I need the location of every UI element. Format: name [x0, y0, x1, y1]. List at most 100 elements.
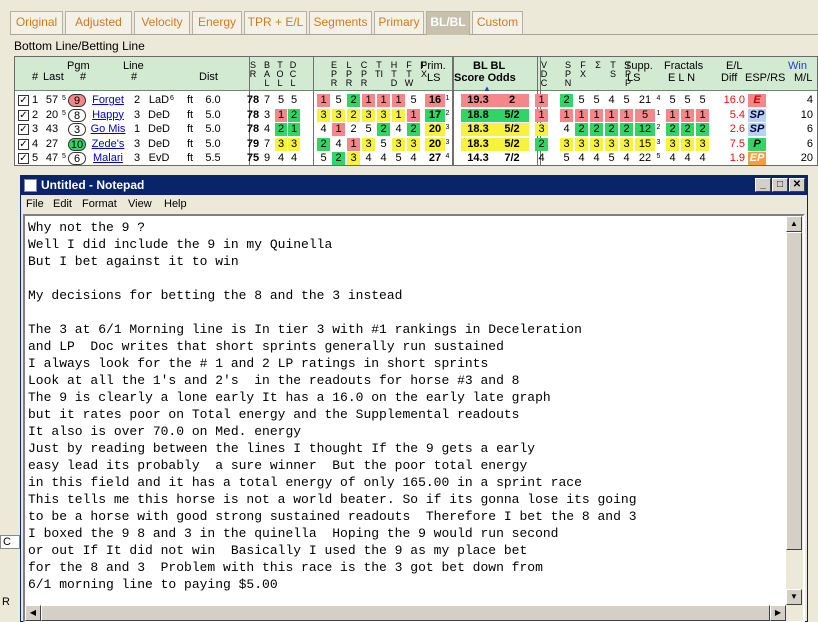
- menu-view[interactable]: View: [128, 197, 152, 211]
- text-line[interactable]: This tells me this horse is not a world …: [28, 491, 784, 508]
- maximize-button[interactable]: □: [772, 178, 788, 192]
- sprint-rank-cell: 4: [608, 94, 615, 106]
- fractal-cell: 3: [681, 137, 694, 151]
- text-line[interactable]: I boxed the 9 8 and 3 in the quinella Ho…: [28, 525, 784, 542]
- col-hdr-prim: Prim.: [420, 60, 446, 72]
- morning-line: 4: [806, 94, 813, 106]
- text-line[interactable]: in this field and it has a total energy …: [28, 474, 784, 491]
- esp-run-style-badge: EP: [748, 152, 766, 165]
- horse-name-link[interactable]: Zede's: [89, 138, 127, 151]
- menu-format[interactable]: Format: [82, 197, 117, 211]
- horse-name-link[interactable]: Malari: [89, 152, 127, 165]
- close-button[interactable]: ✕: [789, 178, 805, 192]
- text-line[interactable]: for the 8 and 3 Problem with this race i…: [28, 559, 784, 576]
- notepad-text-area[interactable]: Why not the 9 ? Well I did include the 9 …: [23, 214, 805, 622]
- line-number: 2: [133, 94, 141, 106]
- table-row[interactable]: ✓ 4 27 10 Zede's 3 DeD ft 5.0 79 7 3 3 2 4 1 3 5 3 3 20 3 18.3…: [15, 137, 817, 152]
- text-line[interactable]: 6/1 morning line to paying $5.00: [28, 576, 784, 593]
- scroll-left-button[interactable]: ◀: [25, 605, 41, 621]
- tab-adjusted[interactable]: Adjusted: [65, 11, 132, 34]
- sprint-rank-cell: 1: [605, 108, 618, 122]
- bl-score: 19.3: [461, 94, 495, 107]
- vdc-value: 2: [535, 137, 548, 151]
- row-checkbox[interactable]: ✓: [18, 95, 29, 106]
- speed-rating: 78: [246, 123, 260, 135]
- tab-tpr-el[interactable]: TPR + E/L: [244, 11, 307, 34]
- text-line[interactable]: or out If It did not win Basically I use…: [28, 542, 784, 559]
- scroll-up-button[interactable]: ▲: [786, 216, 802, 232]
- table-row[interactable]: ✓ 5 47 5 6 Malari 3 EvD ft 5.5 75 9 4 4 5 2 3 4 4 5 4 27 4 14.3…: [15, 151, 817, 165]
- col-hdr-win[interactable]: Win: [788, 61, 807, 72]
- scroll-right-button[interactable]: ▶: [770, 605, 786, 621]
- col-hdr-vertical: TS: [609, 60, 616, 79]
- row-checkbox[interactable]: ✓: [18, 153, 29, 164]
- notepad-window[interactable]: Untitled - Notepad _ □ ✕ File Edit Forma…: [20, 175, 808, 622]
- tab-primary[interactable]: Primary: [374, 11, 424, 34]
- tab-segments[interactable]: Segments: [309, 11, 372, 34]
- last-race-sup: 5: [62, 95, 66, 102]
- scroll-down-button[interactable]: ▼: [786, 589, 802, 605]
- surface: ft: [186, 152, 194, 164]
- tab-velocity[interactable]: Velocity: [134, 11, 190, 34]
- text-line[interactable]: But I bet against it to win: [28, 253, 784, 270]
- fractal-cell: 2: [681, 123, 694, 136]
- tab-bl-bl[interactable]: BL/BL: [426, 11, 470, 35]
- row-checkbox[interactable]: ✓: [18, 109, 29, 121]
- supplemental-ls-sup: 4: [656, 95, 661, 102]
- horizontal-scrollbar[interactable]: ◀ ▶: [25, 605, 786, 621]
- notepad-text[interactable]: Why not the 9 ? Well I did include the 9 …: [28, 219, 784, 593]
- tab-energy[interactable]: Energy: [192, 11, 242, 34]
- text-line[interactable]: The 9 is clearly a lone early It has a 1…: [28, 389, 784, 406]
- sort-arrow-icon[interactable]: ▲: [483, 84, 491, 93]
- size-grip[interactable]: [786, 605, 803, 621]
- fractal-cell: 4: [699, 152, 706, 164]
- last-race-days: 20: [45, 108, 59, 121]
- fractal-cell: 2: [666, 123, 679, 136]
- menu-help[interactable]: Help: [164, 197, 187, 211]
- primary-ls: 20: [425, 137, 445, 151]
- line-code: DeD: [148, 108, 171, 121]
- text-line[interactable]: easy lead its probably a sure winner But…: [28, 457, 784, 474]
- text-line[interactable]: It also is over 70.0 on Med. energy: [28, 423, 784, 440]
- pace-rank-cell: 5: [395, 152, 402, 164]
- pace-rank-cell: 3: [347, 152, 360, 165]
- text-line[interactable]: [28, 270, 784, 287]
- text-line[interactable]: [28, 304, 784, 321]
- text-line[interactable]: Just by reading between the lines I thou…: [28, 440, 784, 457]
- text-line[interactable]: My decisions for betting the 8 and the 3…: [28, 287, 784, 304]
- table-row[interactable]: ✓ 2 20 5 8 Happy 3 DeD ft 5.0 78 3 1 2 3 3 2 3 3 1 1 17 2 18.8 5…: [15, 108, 817, 123]
- row-number: 2: [31, 108, 39, 121]
- horse-name-link[interactable]: Go Mis: [89, 123, 127, 136]
- vertical-scroll-thumb[interactable]: [786, 232, 802, 550]
- row-checkbox[interactable]: ✓: [18, 138, 29, 150]
- text-line[interactable]: to be a horse with good strong sustained…: [28, 508, 784, 525]
- horizontal-scroll-thumb[interactable]: [41, 605, 770, 621]
- vertical-scrollbar[interactable]: ▲ ▼: [786, 216, 803, 605]
- background-widget: C: [0, 535, 20, 549]
- horse-name-link[interactable]: Happy: [89, 109, 127, 122]
- table-row[interactable]: ✓ 3 43 3 Go Mis 1 DeD ft 5.0 78 4 2 1 4 1 2 5 2 4 2 20 3 18.3 5…: [15, 122, 817, 137]
- text-line[interactable]: Well I did include the 9 in my Quinella: [28, 236, 784, 253]
- row-number: 5: [31, 152, 39, 164]
- line-sup: 6: [170, 95, 174, 102]
- menu-edit[interactable]: Edit: [53, 197, 72, 211]
- tab-original[interactable]: Original: [10, 11, 63, 34]
- pace-rank-cell: 5: [365, 123, 372, 135]
- pace-rank-cell: 1: [317, 94, 330, 107]
- text-line[interactable]: The 3 at 6/1 Morning line is In tier 3 w…: [28, 321, 784, 338]
- table-row[interactable]: ✓ 1 57 5 9 Forget 2 LaD 6 ft 6.0 78 7 5 5 1 5 2 1 1 1 5 16 1 19.…: [15, 93, 817, 108]
- notepad-title-bar[interactable]: Untitled - Notepad _ □ ✕: [21, 176, 807, 195]
- text-line[interactable]: and LP Doc writes that short sprints gen…: [28, 338, 784, 355]
- dcl-value: 1: [288, 123, 300, 136]
- morning-line: 6: [806, 123, 813, 135]
- tab-custom[interactable]: Custom: [472, 11, 523, 34]
- text-line[interactable]: I always look for the # 1 and 2 LP ratin…: [28, 355, 784, 372]
- minimize-button[interactable]: _: [755, 178, 771, 192]
- horse-name-link[interactable]: Forget: [89, 94, 127, 107]
- text-line[interactable]: Why not the 9 ?: [28, 219, 784, 236]
- row-checkbox[interactable]: ✓: [18, 124, 29, 135]
- text-line[interactable]: Look at all the 1's and 2's in the reado…: [28, 372, 784, 389]
- col-hdr-vertical: FTW: [404, 60, 414, 88]
- text-line[interactable]: but it rates poor on Total energy and th…: [28, 406, 784, 423]
- menu-file[interactable]: File: [26, 197, 44, 211]
